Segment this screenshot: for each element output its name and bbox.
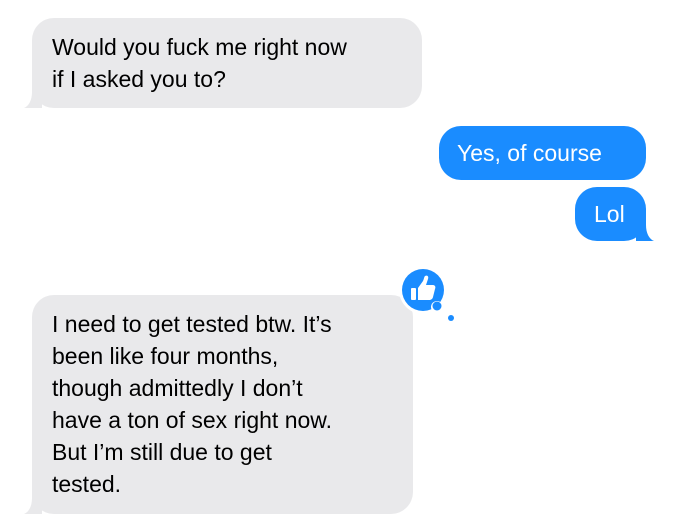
message-text: Lol: [594, 201, 625, 227]
bubble-tail: [22, 492, 42, 514]
message-text: Yes, of course: [457, 140, 602, 166]
sent-message-bubble[interactable]: Lol: [575, 187, 654, 241]
received-message-bubble[interactable]: I need to get tested btw. It’s been like…: [24, 295, 413, 514]
message-text: Would you fuck me right now if I asked y…: [52, 34, 347, 92]
tapback-reaction[interactable]: [397, 263, 459, 325]
bubble-tail: [22, 86, 42, 108]
thumbs-up-icon: [399, 266, 455, 322]
received-message-bubble[interactable]: Would you fuck me right now if I asked y…: [24, 18, 422, 108]
bubble-tail: [636, 219, 656, 241]
sent-message-bubble[interactable]: Yes, of course: [439, 126, 646, 180]
message-text: I need to get tested btw. It’s been like…: [52, 311, 333, 497]
